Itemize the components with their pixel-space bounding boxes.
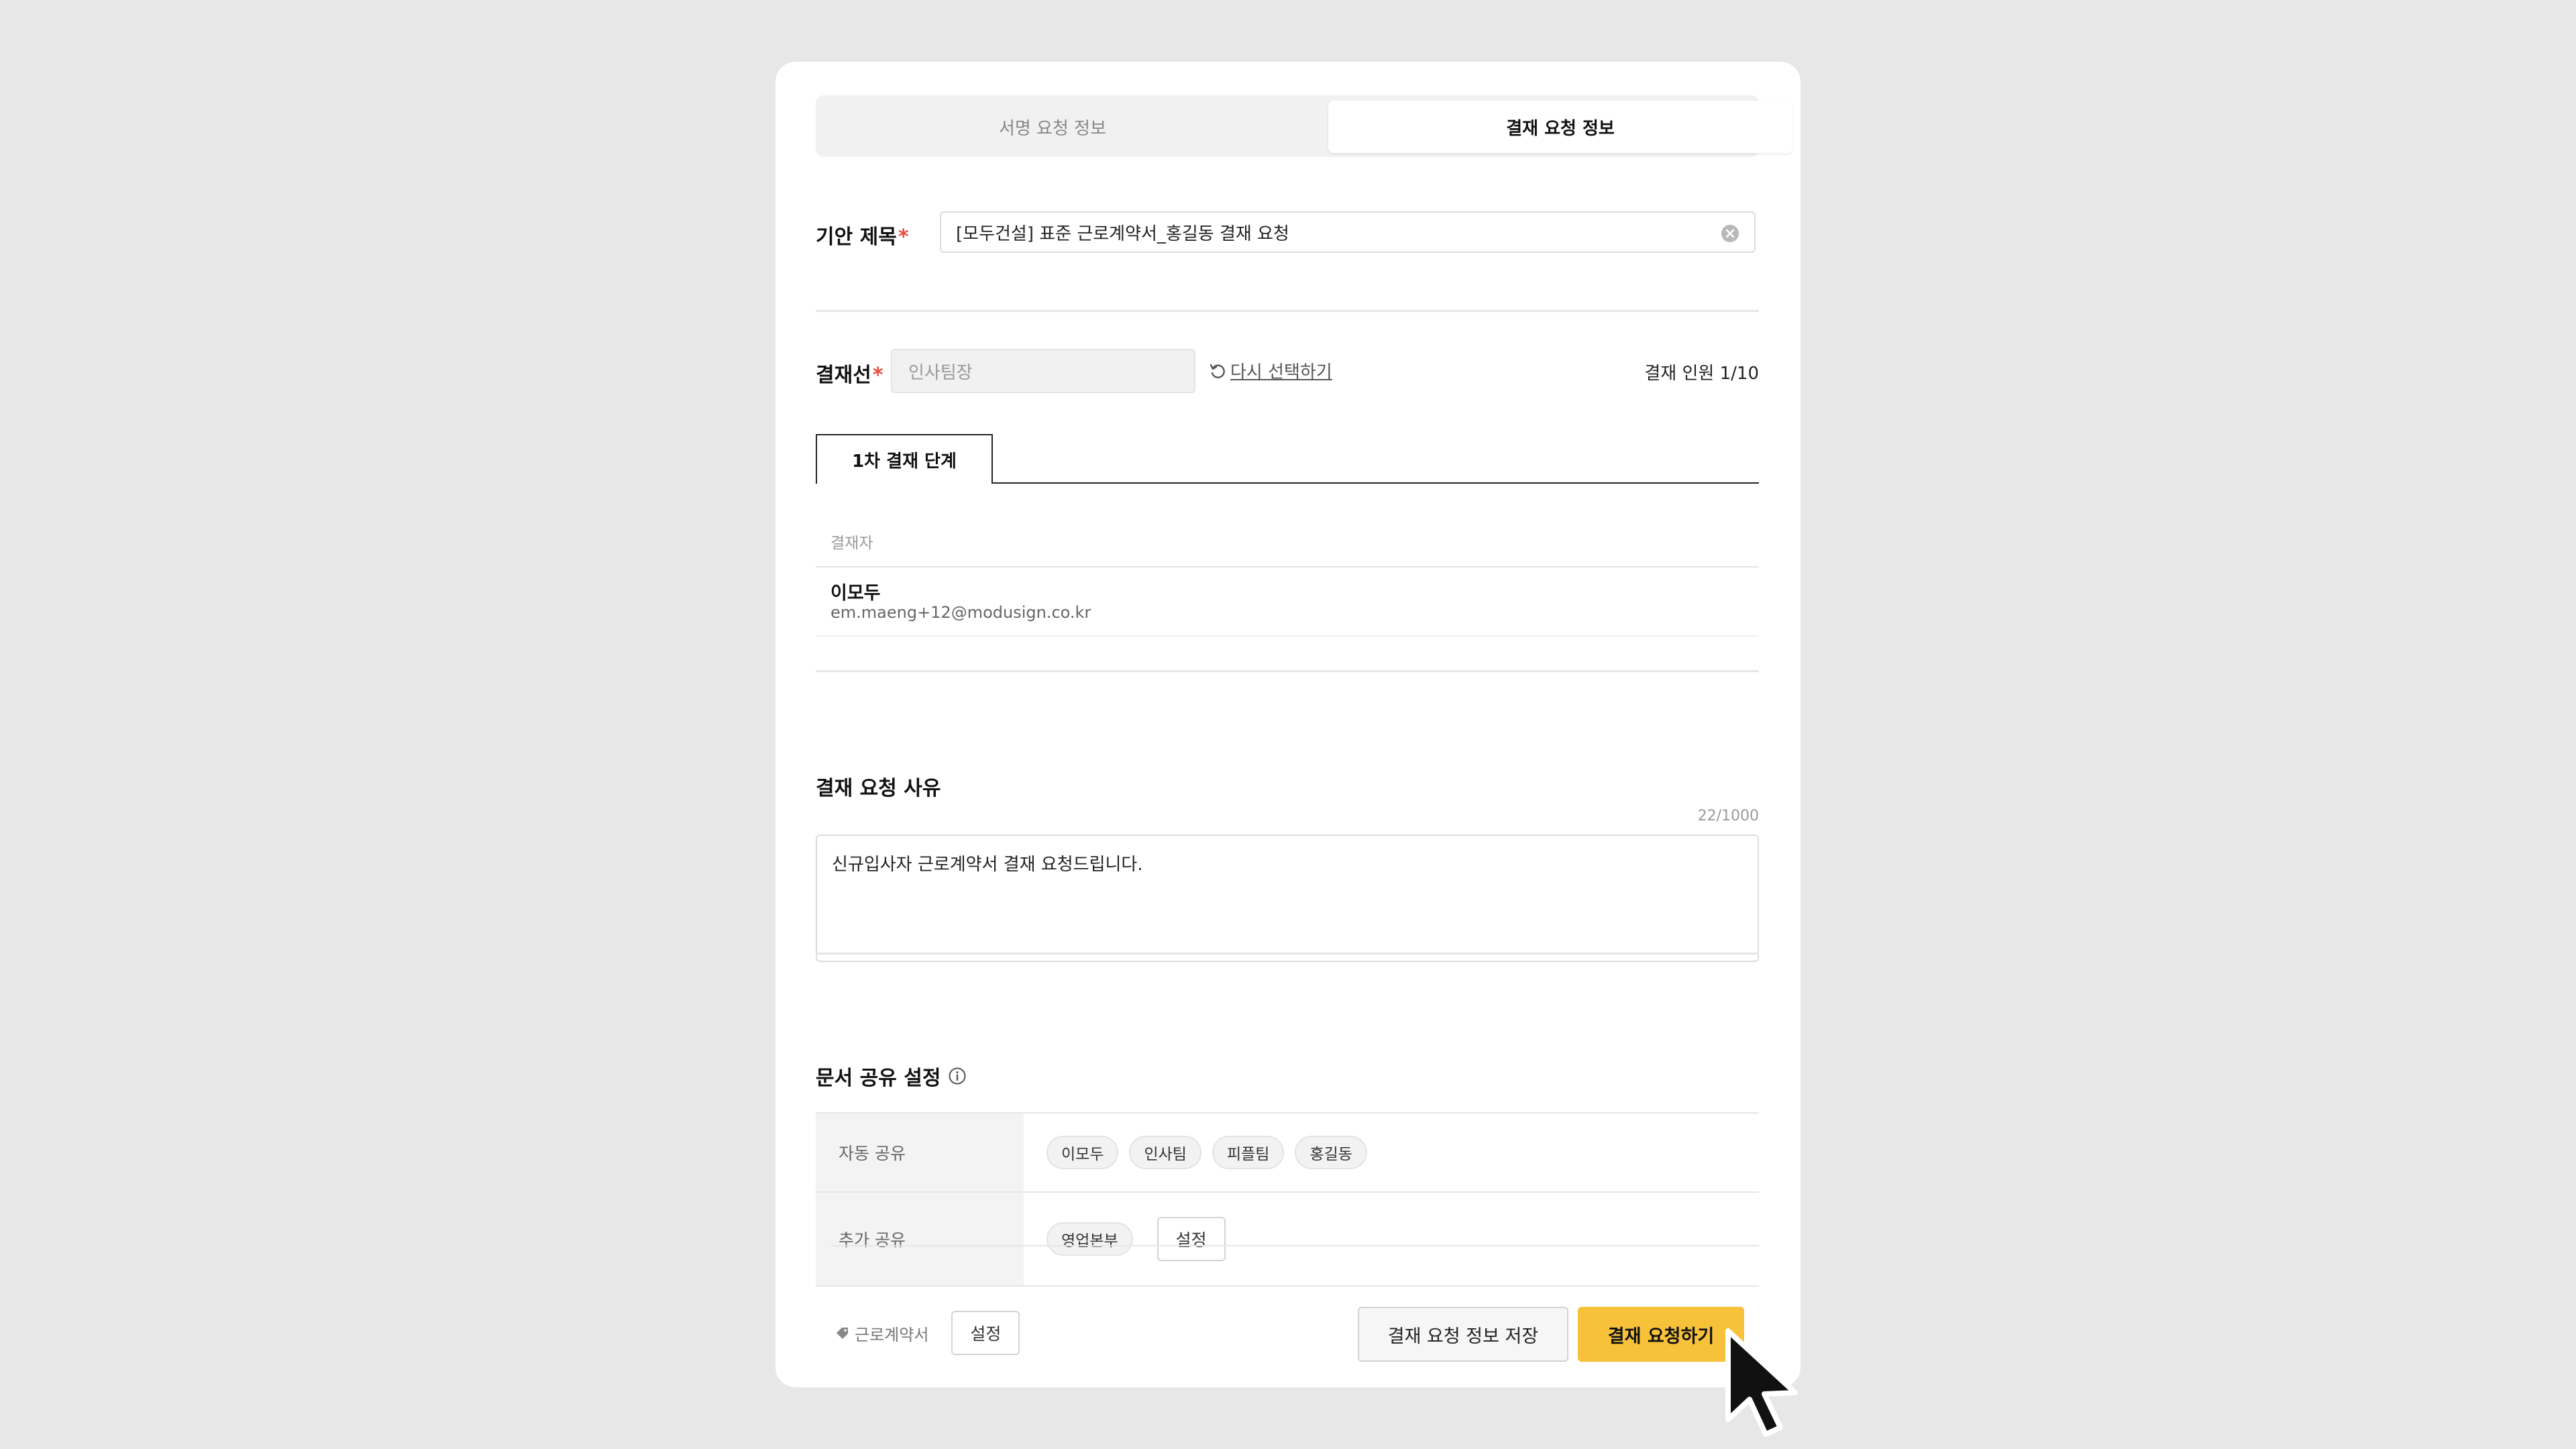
auto-share-chips: 이모두 인사팀 피플팀 홍길동 bbox=[1024, 1114, 1759, 1191]
share-chip: 홍길동 bbox=[1295, 1136, 1367, 1169]
share-chip: 영업본부 bbox=[1046, 1222, 1133, 1256]
reason-textarea[interactable]: 신규입사자 근로계약서 결재 요청드립니다. bbox=[816, 835, 1759, 962]
approver-email: em.maeng+12@modusign.co.kr bbox=[830, 603, 1091, 622]
share-chip: 이모두 bbox=[1046, 1136, 1119, 1169]
cursor-icon bbox=[1725, 1328, 1798, 1437]
row-divider bbox=[816, 635, 1759, 637]
row-divider bbox=[816, 566, 1759, 568]
draft-title-input[interactable]: [모두건설] 표준 근로계약서_홍길동 결재 요청 bbox=[940, 211, 1756, 253]
section-divider bbox=[816, 953, 1759, 955]
approver-name: 이모두 bbox=[830, 583, 881, 604]
tag-icon bbox=[837, 1328, 848, 1339]
required-mark: * bbox=[898, 225, 909, 249]
draft-title-label-text: 기안 제목 bbox=[816, 225, 897, 249]
share-chip: 피플팀 bbox=[1212, 1136, 1285, 1169]
approver-column-header: 결재자 bbox=[830, 535, 873, 552]
reselect-link[interactable]: 다시 선택하기 bbox=[1209, 358, 1332, 383]
tab-bar: 서명 요청 정보 결재 요청 정보 bbox=[816, 95, 1792, 157]
sharing-title-text: 문서 공유 설정 bbox=[816, 1067, 941, 1090]
extra-share-row: 추가 공유 영업본부 설정 bbox=[816, 1193, 1759, 1287]
tab-approval-request-info[interactable]: 결재 요청 정보 bbox=[1328, 101, 1792, 153]
reason-title: 결재 요청 사유 bbox=[816, 777, 941, 800]
auto-share-label: 자동 공유 bbox=[816, 1114, 1024, 1191]
document-tag-label: 근로계약서 bbox=[855, 1325, 929, 1344]
footer-divider bbox=[830, 1245, 1759, 1246]
share-chip: 인사팀 bbox=[1129, 1136, 1201, 1169]
document-tag-area: 근로계약서 설정 bbox=[835, 1311, 1020, 1355]
approval-line-input[interactable]: 인사팀장 bbox=[891, 349, 1195, 393]
save-approval-info-button[interactable]: 결재 요청 정보 저장 bbox=[1358, 1307, 1568, 1362]
auto-share-row: 자동 공유 이모두 인사팀 피플팀 홍길동 bbox=[816, 1112, 1759, 1193]
section-divider bbox=[816, 670, 1759, 672]
approver-count: 결재 인원 1/10 bbox=[1644, 364, 1759, 384]
info-icon[interactable] bbox=[948, 1067, 967, 1085]
document-tag: 근로계약서 bbox=[835, 1322, 928, 1345]
request-approval-button[interactable]: 결재 요청하기 bbox=[1578, 1307, 1744, 1362]
reason-value: 신규입사자 근로계약서 결재 요청드립니다. bbox=[832, 855, 1143, 875]
sharing-title: 문서 공유 설정 bbox=[816, 1061, 967, 1091]
reselect-label: 다시 선택하기 bbox=[1230, 362, 1332, 382]
reason-char-counter: 22/1000 bbox=[1697, 808, 1759, 824]
sharing-table: 자동 공유 이모두 인사팀 피플팀 홍길동 추가 공유 영업본부 설정 bbox=[816, 1112, 1759, 1287]
approval-line-value: 인사팀장 bbox=[908, 362, 973, 383]
draft-title-value: [모두건설] 표준 근로계약서_홍길동 결재 요청 bbox=[956, 223, 1289, 244]
extra-share-settings-button[interactable]: 설정 bbox=[1157, 1217, 1226, 1261]
approval-request-panel: 서명 요청 정보 결재 요청 정보 기안 제목* [모두건설] 표준 근로계약서… bbox=[775, 62, 1801, 1387]
approval-line-label-text: 결재선 bbox=[816, 364, 871, 387]
tab-step-1[interactable]: 1차 결재 단계 bbox=[816, 434, 993, 484]
section-divider bbox=[816, 310, 1759, 312]
clear-icon[interactable] bbox=[1721, 224, 1739, 243]
tab-signature-request-info[interactable]: 서명 요청 정보 bbox=[821, 101, 1284, 153]
extra-share-label: 추가 공유 bbox=[816, 1193, 1024, 1285]
required-mark: * bbox=[872, 364, 883, 387]
draft-title-label: 기안 제목* bbox=[816, 220, 909, 250]
approval-line-label: 결재선* bbox=[816, 358, 883, 388]
extra-share-chips: 영업본부 설정 bbox=[1024, 1193, 1759, 1285]
tag-settings-button[interactable]: 설정 bbox=[951, 1311, 1020, 1355]
refresh-icon bbox=[1210, 364, 1225, 378]
